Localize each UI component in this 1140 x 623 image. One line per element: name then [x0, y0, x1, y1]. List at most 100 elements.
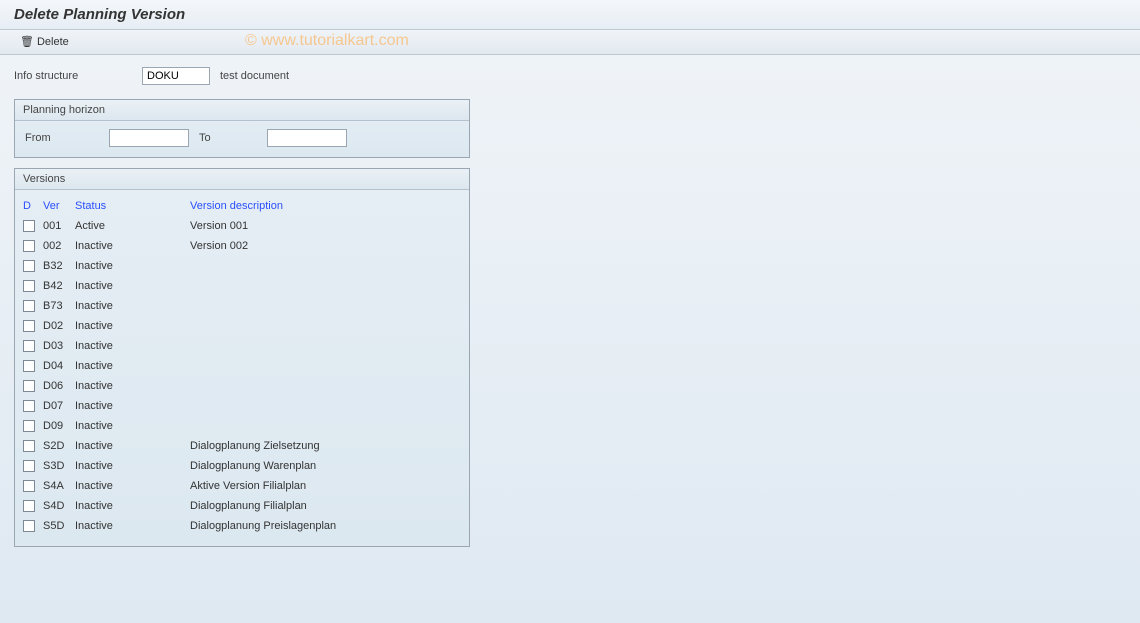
- row-checkbox-cell: [23, 300, 43, 312]
- versions-panel: Versions D Ver Status Version descriptio…: [14, 168, 470, 547]
- row-status: Inactive: [75, 320, 190, 332]
- planning-horizon-panel: Planning horizon From To: [14, 99, 470, 158]
- row-ver: B42: [43, 280, 75, 292]
- table-row: D06Inactive: [23, 376, 461, 396]
- col-d: D: [23, 200, 43, 212]
- info-structure-row: Info structure test document: [14, 67, 1126, 85]
- row-checkbox-cell: [23, 280, 43, 292]
- row-checkbox-cell: [23, 340, 43, 352]
- row-ver: S5D: [43, 520, 75, 532]
- content: Info structure test document Planning ho…: [0, 55, 1140, 559]
- row-checkbox[interactable]: [23, 460, 35, 472]
- col-status: Status: [75, 200, 190, 212]
- row-status: Inactive: [75, 420, 190, 432]
- row-ver: 002: [43, 240, 75, 252]
- to-input[interactable]: [267, 129, 347, 147]
- row-checkbox-cell: [23, 520, 43, 532]
- row-checkbox[interactable]: [23, 440, 35, 452]
- table-row: D07Inactive: [23, 396, 461, 416]
- row-ver: S2D: [43, 440, 75, 452]
- row-ver: B32: [43, 260, 75, 272]
- row-checkbox[interactable]: [23, 320, 35, 332]
- row-desc: Dialogplanung Warenplan: [190, 460, 461, 472]
- row-status: Inactive: [75, 240, 190, 252]
- from-label: From: [25, 132, 99, 144]
- row-status: Inactive: [75, 440, 190, 452]
- table-row: D02Inactive: [23, 316, 461, 336]
- row-checkbox-cell: [23, 240, 43, 252]
- row-ver: S4D: [43, 500, 75, 512]
- table-row: B32Inactive: [23, 256, 461, 276]
- row-checkbox[interactable]: [23, 280, 35, 292]
- row-status: Inactive: [75, 480, 190, 492]
- row-desc: Aktive Version Filialplan: [190, 480, 461, 492]
- row-checkbox-cell: [23, 360, 43, 372]
- table-row: D03Inactive: [23, 336, 461, 356]
- row-status: Inactive: [75, 380, 190, 392]
- versions-header-row: D Ver Status Version description: [23, 196, 461, 216]
- row-checkbox-cell: [23, 220, 43, 232]
- row-checkbox[interactable]: [23, 380, 35, 392]
- row-checkbox[interactable]: [23, 360, 35, 372]
- info-structure-label: Info structure: [14, 70, 132, 82]
- row-checkbox[interactable]: [23, 340, 35, 352]
- row-checkbox-cell: [23, 420, 43, 432]
- delete-button[interactable]: 🗑 Delete: [14, 34, 75, 50]
- row-desc: Dialogplanung Zielsetzung: [190, 440, 461, 452]
- trash-icon: 🗑: [20, 37, 34, 48]
- row-checkbox[interactable]: [23, 400, 35, 412]
- row-checkbox-cell: [23, 380, 43, 392]
- row-status: Inactive: [75, 360, 190, 372]
- table-row: B42Inactive: [23, 276, 461, 296]
- table-row: D09Inactive: [23, 416, 461, 436]
- row-checkbox[interactable]: [23, 260, 35, 272]
- col-ver: Ver: [43, 200, 75, 212]
- row-checkbox[interactable]: [23, 220, 35, 232]
- row-checkbox-cell: [23, 460, 43, 472]
- row-status: Active: [75, 220, 190, 232]
- row-ver: D07: [43, 400, 75, 412]
- row-ver: S3D: [43, 460, 75, 472]
- row-desc: Dialogplanung Preislagenplan: [190, 520, 461, 532]
- planning-horizon-title: Planning horizon: [15, 100, 469, 121]
- row-status: Inactive: [75, 460, 190, 472]
- row-checkbox-cell: [23, 260, 43, 272]
- row-ver: D03: [43, 340, 75, 352]
- row-checkbox-cell: [23, 480, 43, 492]
- row-status: Inactive: [75, 520, 190, 532]
- row-status: Inactive: [75, 500, 190, 512]
- row-desc: Dialogplanung Filialplan: [190, 500, 461, 512]
- table-row: S3DInactiveDialogplanung Warenplan: [23, 456, 461, 476]
- col-desc: Version description: [190, 200, 461, 212]
- row-ver: D06: [43, 380, 75, 392]
- versions-title: Versions: [15, 169, 469, 190]
- from-input[interactable]: [109, 129, 189, 147]
- row-desc: Version 002: [190, 240, 461, 252]
- table-row: S5DInactiveDialogplanung Preislagenplan: [23, 516, 461, 536]
- table-row: S4DInactiveDialogplanung Filialplan: [23, 496, 461, 516]
- row-status: Inactive: [75, 400, 190, 412]
- table-row: S4AInactiveAktive Version Filialplan: [23, 476, 461, 496]
- info-structure-input[interactable]: [142, 67, 210, 85]
- row-checkbox[interactable]: [23, 300, 35, 312]
- row-checkbox[interactable]: [23, 480, 35, 492]
- row-checkbox-cell: [23, 400, 43, 412]
- row-ver: D02: [43, 320, 75, 332]
- row-status: Inactive: [75, 260, 190, 272]
- row-ver: S4A: [43, 480, 75, 492]
- page-title: Delete Planning Version: [14, 6, 185, 23]
- row-checkbox[interactable]: [23, 420, 35, 432]
- row-status: Inactive: [75, 300, 190, 312]
- table-row: 001ActiveVersion 001: [23, 216, 461, 236]
- row-desc: Version 001: [190, 220, 461, 232]
- table-row: 002InactiveVersion 002: [23, 236, 461, 256]
- delete-button-label: Delete: [37, 36, 69, 48]
- table-row: B73Inactive: [23, 296, 461, 316]
- row-status: Inactive: [75, 280, 190, 292]
- row-checkbox[interactable]: [23, 500, 35, 512]
- row-checkbox[interactable]: [23, 240, 35, 252]
- row-ver: D04: [43, 360, 75, 372]
- toolbar: 🗑 Delete: [0, 30, 1140, 55]
- row-checkbox-cell: [23, 500, 43, 512]
- row-checkbox[interactable]: [23, 520, 35, 532]
